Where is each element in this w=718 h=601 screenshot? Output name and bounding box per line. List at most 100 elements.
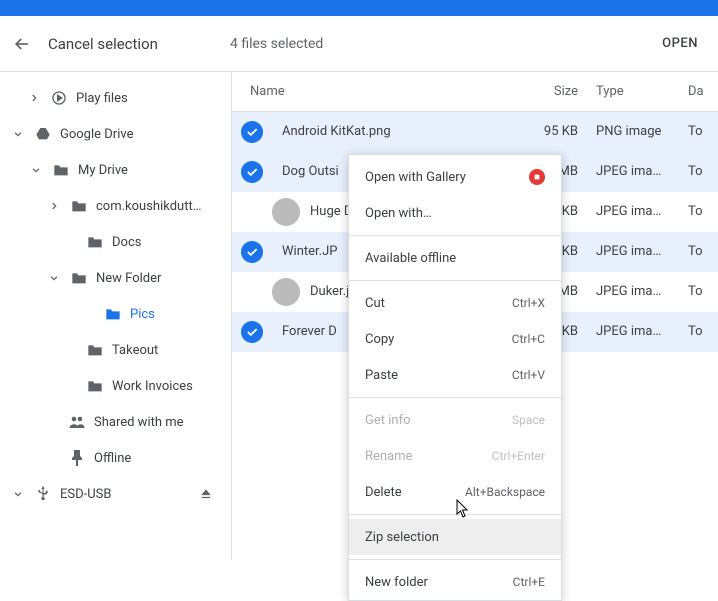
chevron-icon[interactable] (28, 165, 44, 175)
menu-item[interactable]: PasteCtrl+V (349, 357, 561, 393)
menu-item[interactable]: Open with… (349, 195, 561, 231)
menu-item[interactable]: Available offline (349, 240, 561, 276)
sidebar-item[interactable]: com.koushikdutt… (0, 188, 227, 224)
sidebar-item-label: Play files (76, 91, 227, 106)
sidebar-item[interactable]: My Drive (0, 152, 227, 188)
file-type: JPEG ima… (588, 244, 688, 259)
menu-item[interactable]: Cut Ctrl+X (349, 285, 561, 321)
menu-shortcut: Ctrl+C (512, 332, 545, 346)
file-list-header: Name Size Type Da (232, 72, 718, 112)
file-size: 95 KB (518, 124, 588, 139)
sidebar-item-label: Pics (130, 307, 227, 322)
eject-icon[interactable] (199, 487, 217, 501)
selection-status: 4 files selected (230, 36, 662, 52)
row-check[interactable] (232, 121, 272, 143)
sidebar-item-label: New Folder (96, 271, 227, 286)
drive-icon (34, 125, 52, 143)
chevron-icon[interactable] (26, 93, 42, 103)
app-badge-icon (529, 169, 545, 185)
pin-icon (68, 449, 86, 467)
menu-separator (349, 397, 561, 398)
row-check[interactable] (232, 161, 272, 183)
file-date: To (688, 324, 718, 339)
checkmark-icon[interactable] (241, 121, 263, 143)
menu-item[interactable]: Delete Alt+Backspace (349, 474, 561, 510)
menu-shortcut: Space (512, 413, 545, 427)
menu-item[interactable]: Copy Ctrl+C (349, 321, 561, 357)
file-row[interactable]: Android KitKat.png95 KBPNG imageTo (232, 112, 718, 152)
file-date: To (688, 164, 718, 179)
menu-item[interactable]: Open with Gallery (349, 159, 561, 195)
toolbar: Cancel selection 4 files selected OPEN (0, 16, 718, 72)
sidebar-item[interactable]: Pics (0, 296, 227, 332)
shared-icon (68, 413, 86, 431)
folder-icon (86, 341, 104, 359)
menu-shortcut: Ctrl+X (512, 296, 545, 310)
sidebar-item[interactable]: Play files (0, 80, 227, 116)
menu-separator (349, 235, 561, 236)
menu-item: Rename Ctrl+Enter (349, 438, 561, 474)
file-name: Android KitKat.png (282, 124, 518, 139)
menu-item-label: Rename (365, 449, 412, 464)
menu-shortcut: Alt+Backspace (465, 485, 545, 499)
checkmark-icon[interactable] (241, 161, 263, 183)
file-type: JPEG ima… (588, 164, 688, 179)
menu-separator (349, 514, 561, 515)
menu-item-label: Open with Gallery (365, 170, 466, 185)
row-check[interactable] (232, 241, 272, 263)
sidebar-item[interactable]: Offline (0, 440, 227, 476)
chevron-icon[interactable] (10, 129, 26, 139)
sidebar-item[interactable]: Google Drive (0, 116, 227, 152)
sidebar-item[interactable]: Takeout (0, 332, 227, 368)
sidebar-item-label: Work Invoices (112, 379, 227, 394)
open-button[interactable]: OPEN (662, 36, 706, 51)
sidebar-item[interactable]: Work Invoices (0, 368, 227, 404)
sidebar-item-label: Offline (94, 451, 227, 466)
menu-item[interactable]: New folder Ctrl+E (349, 564, 561, 600)
file-type: JPEG ima… (588, 204, 688, 219)
mouse-cursor-icon (456, 499, 472, 519)
menu-item[interactable]: Zip selection (349, 519, 561, 555)
sidebar-item[interactable]: Shared with me (0, 404, 227, 440)
column-size[interactable]: Size (518, 84, 588, 99)
folder-icon (86, 377, 104, 395)
sidebar-item-label: Takeout (112, 343, 227, 358)
menu-item-label: Copy (365, 332, 394, 347)
row-check[interactable] (232, 321, 272, 343)
checkmark-icon[interactable] (241, 321, 263, 343)
chevron-icon[interactable] (46, 201, 62, 211)
sidebar: Play files Google Drive My Drive com.koushi… (0, 72, 232, 560)
file-thumb (272, 278, 300, 306)
folder-icon (70, 197, 88, 215)
menu-shortcut: Ctrl+E (513, 575, 545, 589)
chevron-icon[interactable] (46, 273, 62, 283)
sidebar-item-label: ESD-USB (60, 487, 191, 502)
menu-item-label: Get info (365, 413, 411, 428)
folder-icon (86, 233, 104, 251)
sidebar-item-label: My Drive (78, 163, 227, 178)
sidebar-item[interactable]: New Folder (0, 260, 227, 296)
menu-shortcut: Ctrl+V (512, 368, 545, 382)
folder-icon (70, 269, 88, 287)
column-type[interactable]: Type (588, 84, 688, 99)
checkmark-icon[interactable] (241, 241, 263, 263)
file-date: To (688, 204, 718, 219)
cancel-selection-label[interactable]: Cancel selection (48, 35, 158, 53)
chevron-icon[interactable] (10, 489, 26, 499)
column-name[interactable]: Name (232, 84, 518, 99)
menu-item-label: Zip selection (365, 530, 439, 545)
file-date: To (688, 244, 718, 259)
sidebar-item[interactable]: ESD-USB (0, 476, 227, 512)
file-type: JPEG ima… (588, 284, 688, 299)
back-arrow-icon[interactable] (12, 34, 32, 54)
menu-item-label: New folder (365, 575, 428, 590)
column-date[interactable]: Da (688, 84, 718, 99)
menu-item-label: Open with… (365, 206, 432, 221)
file-type: JPEG ima… (588, 324, 688, 339)
folder-icon (104, 305, 122, 323)
menu-item-label: Cut (365, 296, 385, 311)
sidebar-item[interactable]: Docs (0, 224, 227, 260)
menu-item-label: Delete (365, 485, 402, 500)
menu-shortcut: Ctrl+Enter (492, 449, 545, 463)
menu-item: Get info Space (349, 402, 561, 438)
